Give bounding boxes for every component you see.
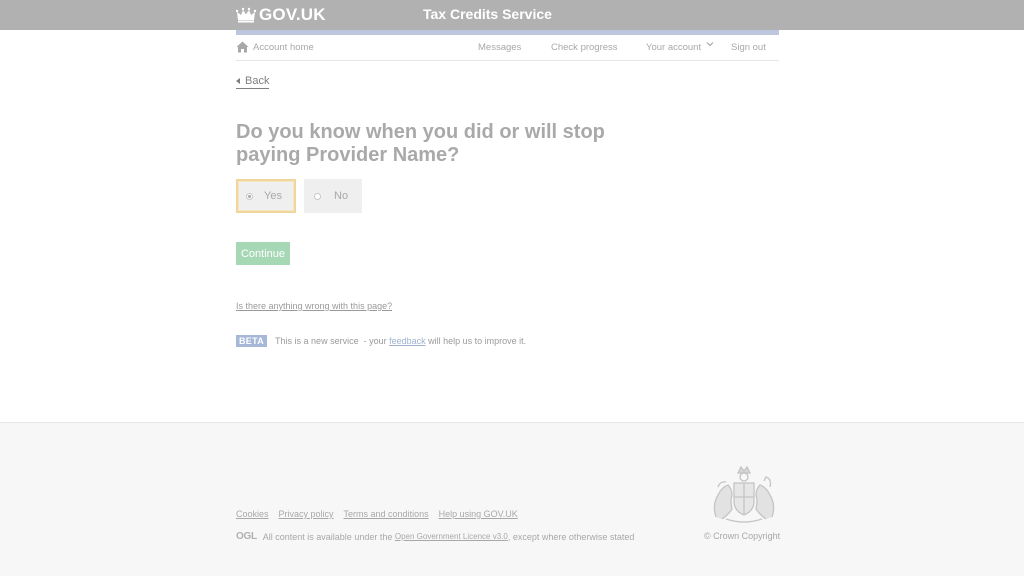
- radio-label-no: No: [334, 190, 349, 202]
- service-name[interactable]: Tax Credits Service: [423, 6, 552, 22]
- radio-option-yes[interactable]: Yes: [236, 179, 296, 213]
- licence-text-before: All content is available under the: [262, 531, 395, 542]
- crown-icon: [236, 7, 256, 23]
- chevron-down-icon[interactable]: [706, 40, 714, 48]
- radio-option-no[interactable]: No: [304, 179, 362, 213]
- account-navigation: Account home Messages Check progress You…: [236, 36, 779, 61]
- feedback-link[interactable]: feedback: [389, 336, 426, 346]
- nav-messages[interactable]: Messages: [478, 42, 521, 53]
- page-heading: Do you know when you did or will stop pa…: [236, 121, 605, 166]
- footer-link-help[interactable]: Help using GOV.UK: [439, 509, 518, 519]
- logo-text: GOV.UK: [259, 5, 326, 24]
- back-link[interactable]: Back: [236, 75, 270, 89]
- footer-links: Cookies Privacy policy Terms and conditi…: [236, 509, 528, 519]
- footer-link-cookies[interactable]: Cookies: [236, 509, 269, 519]
- nav-sign-out[interactable]: Sign out: [731, 42, 766, 53]
- footer-link-privacy[interactable]: Privacy policy: [279, 509, 334, 519]
- footer-link-terms[interactable]: Terms and conditions: [344, 509, 429, 519]
- govuk-header: GOV.UK Tax Credits Service: [0, 0, 1024, 30]
- beta-text-after: will help us to improve it.: [425, 336, 527, 346]
- crown-copyright[interactable]: © Crown Copyright: [704, 531, 780, 541]
- nav-your-account[interactable]: Your account: [646, 42, 701, 53]
- continue-button[interactable]: Continue: [236, 242, 290, 265]
- radio-button-no[interactable]: [314, 192, 321, 200]
- header-accent-strip: [236, 30, 779, 35]
- beta-banner: BETA This is a new service - your feedba…: [236, 335, 526, 347]
- back-arrow-icon: [236, 78, 240, 84]
- govuk-logo-link[interactable]: GOV.UK: [236, 5, 326, 25]
- nav-check-progress[interactable]: Check progress: [551, 42, 618, 53]
- royal-crest-icon: [713, 465, 775, 523]
- nav-account-home-label: Account home: [253, 41, 314, 53]
- licence-link[interactable]: Open Government Licence v3.0: [395, 532, 508, 541]
- ogl-logo: OGL: [236, 531, 257, 542]
- page-footer: Cookies Privacy policy Terms and conditi…: [0, 422, 1024, 576]
- back-link-label: Back: [245, 75, 270, 87]
- licence-statement: OGL All content is available under the O…: [236, 531, 634, 542]
- licence-text-after: , except where otherwise stated: [507, 531, 635, 542]
- beta-tag: BETA: [236, 335, 268, 347]
- radio-label-yes: Yes: [264, 190, 282, 202]
- home-icon: [236, 41, 249, 53]
- beta-text-before: This is a new service - your: [275, 336, 390, 346]
- nav-account-home[interactable]: Account home: [236, 41, 314, 53]
- radio-button-yes[interactable]: [246, 192, 253, 200]
- report-problem-link[interactable]: Is there anything wrong with this page?: [236, 301, 392, 311]
